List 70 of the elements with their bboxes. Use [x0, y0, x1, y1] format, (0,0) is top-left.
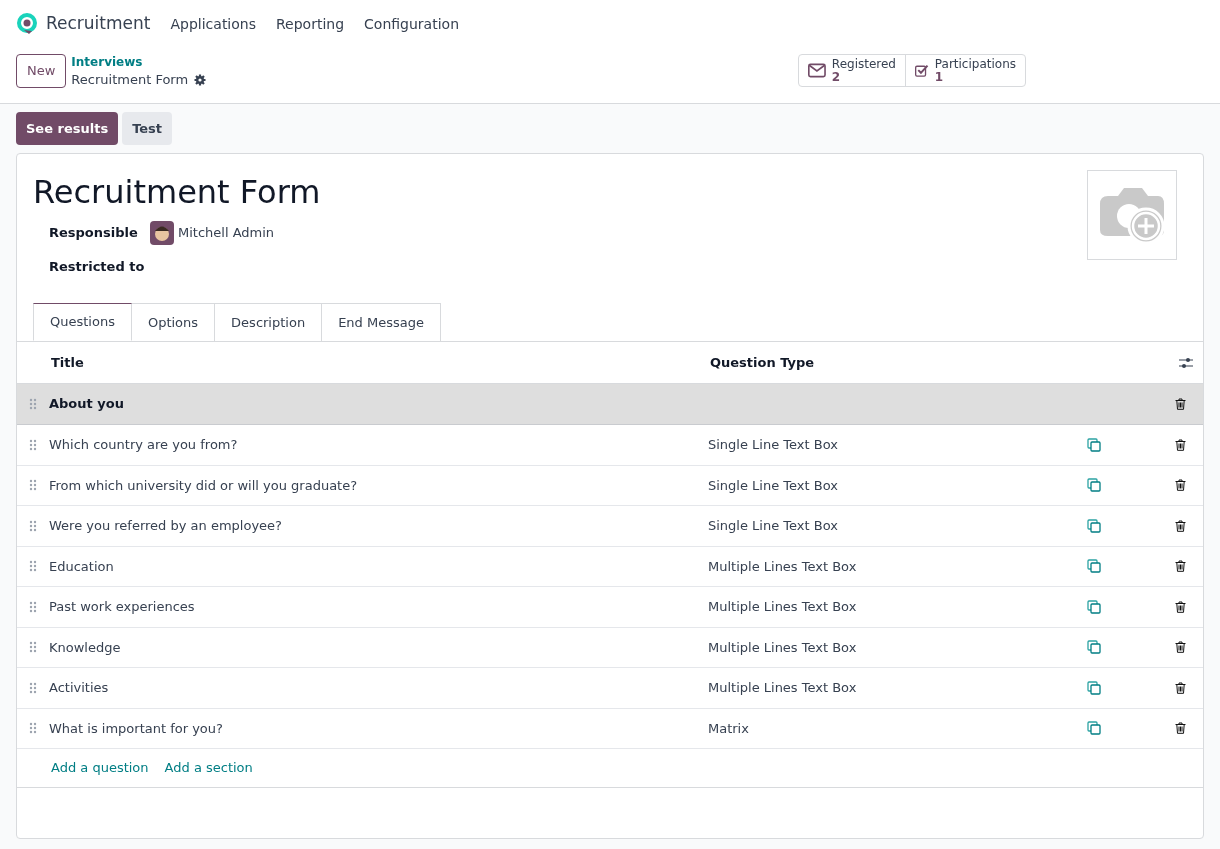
question-title[interactable]: From which university did or will you graduate?	[49, 475, 708, 495]
record-name: Recruitment Form	[71, 71, 189, 88]
trash-icon[interactable]	[1175, 641, 1186, 654]
question-title[interactable]: Knowledge	[49, 637, 708, 657]
question-type[interactable]: Single Line Text Box	[708, 516, 1079, 536]
trash-icon[interactable]	[1175, 438, 1186, 451]
avatar-icon	[150, 221, 174, 245]
menu-item[interactable]: Reporting	[276, 13, 345, 35]
copy-icon[interactable]	[1087, 721, 1101, 736]
breadcrumb-link[interactable]: Interviews	[71, 54, 207, 71]
question-type[interactable]: Multiple Lines Text Box	[708, 678, 1079, 698]
trash-icon[interactable]	[1175, 681, 1186, 694]
copy-icon[interactable]	[1087, 599, 1101, 614]
app-name[interactable]: Recruitment	[46, 11, 151, 37]
stat-button[interactable]: Participations 1	[905, 55, 1025, 86]
copy-icon[interactable]	[1087, 518, 1101, 533]
question-title[interactable]: What is important for you?	[49, 718, 708, 738]
drag-handle-icon[interactable]	[29, 398, 37, 410]
drag-handle-icon[interactable]	[29, 681, 37, 694]
copy-icon[interactable]	[1087, 478, 1101, 493]
column-header[interactable]: Question Type	[710, 352, 1179, 373]
new-button[interactable]: New	[16, 54, 67, 88]
menu-item[interactable]: Configuration	[364, 13, 459, 35]
trash-icon[interactable]	[1175, 398, 1186, 410]
question-type[interactable]: Multiple Lines Text Box	[708, 637, 1079, 657]
add-link[interactable]: Add a question	[51, 758, 149, 778]
add-link[interactable]: Add a section	[164, 758, 253, 778]
envelope-icon	[808, 62, 826, 79]
question-type[interactable]: Single Line Text Box	[708, 435, 1079, 455]
trash-icon[interactable]	[1175, 479, 1186, 492]
menu-item[interactable]: Applications	[170, 13, 256, 35]
question-title[interactable]: Past work experiences	[49, 597, 708, 617]
form-title[interactable]: Recruitment Form	[33, 172, 1187, 212]
stat-button[interactable]: Registered 2	[799, 55, 905, 86]
copy-icon[interactable]	[1087, 437, 1101, 452]
field-label: Responsible	[49, 224, 139, 243]
app-logo-icon[interactable]	[16, 13, 38, 35]
sliders-icon[interactable]	[1179, 356, 1193, 369]
field-value[interactable]: Mitchell Admin	[178, 223, 275, 243]
action-button[interactable]: See results	[16, 112, 119, 145]
question-title[interactable]: Were you referred by an employee?	[49, 516, 708, 536]
drag-handle-icon[interactable]	[29, 479, 37, 492]
question-type[interactable]: Multiple Lines Text Box	[708, 597, 1079, 617]
column-header[interactable]: Title	[17, 352, 710, 373]
drag-handle-icon[interactable]	[29, 438, 37, 451]
gear-icon[interactable]	[194, 73, 207, 86]
trash-icon[interactable]	[1175, 722, 1186, 735]
question-type[interactable]: Multiple Lines Text Box	[708, 556, 1079, 576]
question-title[interactable]: Which country are you from?	[49, 435, 708, 455]
copy-icon[interactable]	[1087, 680, 1101, 695]
drag-handle-icon[interactable]	[29, 560, 37, 573]
tab[interactable]: Options	[131, 303, 216, 341]
trash-icon[interactable]	[1175, 600, 1186, 613]
drag-handle-icon[interactable]	[29, 641, 37, 654]
trash-icon[interactable]	[1175, 560, 1186, 573]
field-label: Restricted to	[49, 258, 146, 277]
tab[interactable]: End Message	[322, 303, 441, 341]
action-button[interactable]: Test	[122, 112, 173, 145]
question-type[interactable]: Single Line Text Box	[708, 475, 1079, 495]
drag-handle-icon[interactable]	[29, 600, 37, 613]
question-title[interactable]: Activities	[49, 678, 708, 698]
trash-icon[interactable]	[1175, 519, 1186, 532]
tab[interactable]: Questions	[33, 303, 132, 341]
question-type[interactable]: Matrix	[708, 718, 1079, 738]
copy-icon[interactable]	[1087, 559, 1101, 574]
drag-handle-icon[interactable]	[29, 722, 37, 735]
tab[interactable]: Description	[215, 303, 323, 341]
drag-handle-icon[interactable]	[29, 519, 37, 532]
copy-icon[interactable]	[1087, 640, 1101, 655]
question-title[interactable]: Education	[49, 556, 708, 576]
